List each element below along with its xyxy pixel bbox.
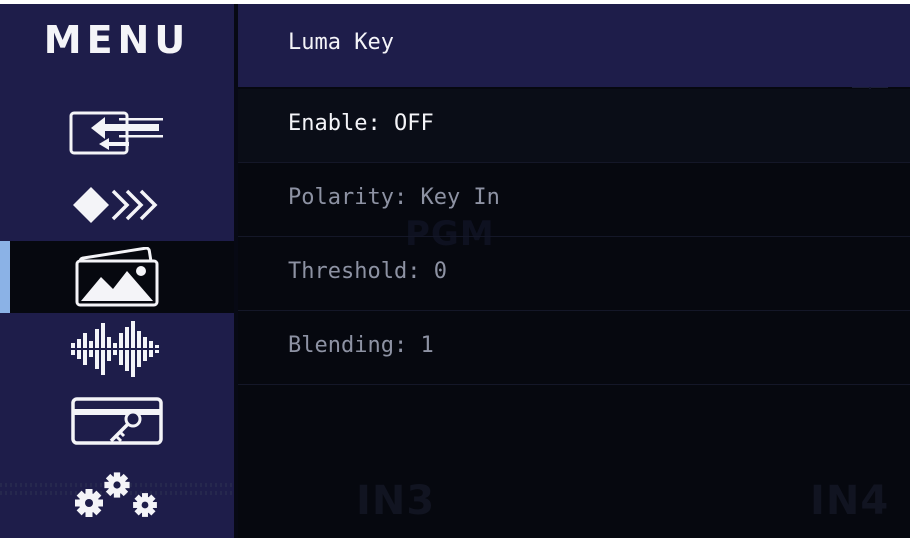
option-threshold[interactable]: Threshold: 0: [238, 237, 910, 311]
panel-header: Luma Key: [238, 4, 910, 87]
option-blending-label: Blending: 1: [288, 333, 434, 358]
sidebar-item-access[interactable]: [0, 385, 234, 457]
option-enable-label: Enable: OFF: [288, 111, 434, 136]
sidebar-item-settings[interactable]: [0, 457, 234, 529]
sidebar-item-transition[interactable]: [0, 169, 234, 241]
input-switch-icon: [69, 111, 163, 155]
sidebar-item-audio[interactable]: [0, 313, 234, 385]
option-blending[interactable]: Blending: 1: [238, 311, 910, 385]
panel-title: Luma Key: [288, 30, 394, 55]
device-screen: PGM IN3 IN4 MENU Luma Key Enable: OFF Po…: [0, 4, 910, 538]
sidebar: MENU: [0, 4, 234, 538]
option-polarity-label: Polarity: Key In: [288, 185, 500, 210]
sidebar-item-input[interactable]: [0, 97, 234, 169]
transition-icon: [73, 187, 158, 223]
audio-waveform-icon: [67, 321, 167, 377]
image-key-icon: [75, 247, 159, 307]
key-card-icon: [71, 397, 163, 445]
gears-icon: [75, 472, 157, 517]
sidebar-item-key[interactable]: [0, 241, 234, 313]
menu-title: MENU: [43, 18, 191, 62]
option-enable[interactable]: Enable: OFF: [238, 89, 910, 163]
option-polarity[interactable]: Polarity: Key In: [238, 163, 910, 237]
option-threshold-label: Threshold: 0: [288, 259, 447, 284]
settings-panel: Luma Key Enable: OFF Polarity: Key In Th…: [238, 4, 910, 538]
